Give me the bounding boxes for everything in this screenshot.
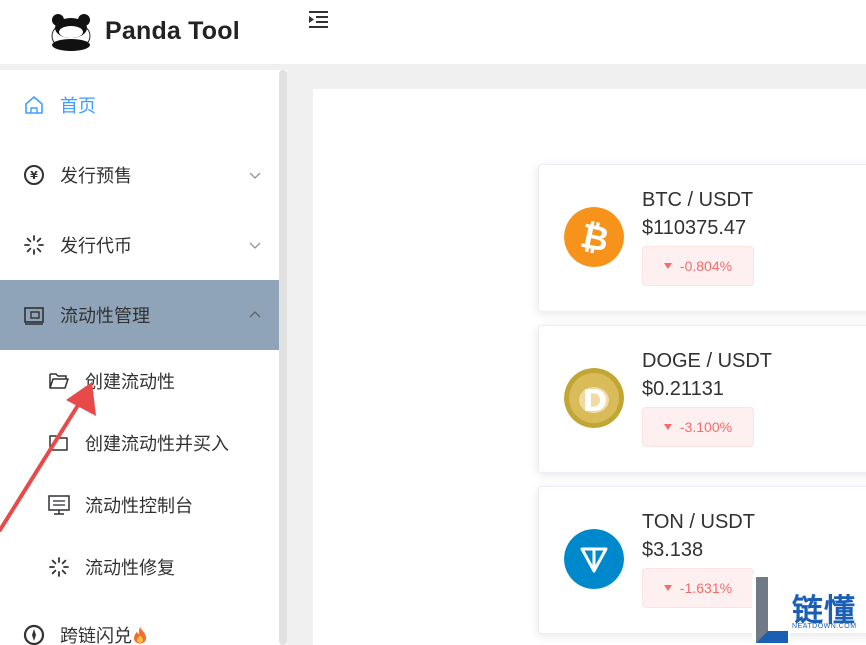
yen-coin-icon: ¥ — [22, 163, 46, 187]
wallet-icon — [22, 303, 46, 327]
caret-down-icon — [663, 263, 672, 269]
caret-down-icon — [663, 585, 672, 591]
panda-logo-icon — [51, 14, 91, 51]
ticker-price: $3.138 — [642, 539, 704, 561]
ticker-card-doge[interactable]: D DOGE / USDT $0.21131 -3.100% — [538, 325, 866, 473]
svg-text:¥: ¥ — [30, 169, 38, 182]
home-icon — [22, 93, 46, 117]
sidebar-menu: 首页 ¥ 发行预售 发行代币 流动性管理 创建流动性 创建流动性并买入 流动性控… — [0, 70, 287, 645]
ticker-pair: TON / USDT — [642, 511, 755, 533]
sidebar-item-label: 发行代币 — [60, 236, 132, 256]
watermark-logo: 链懂 NEATDOWN.COM — [752, 575, 866, 645]
chevron-down-icon — [249, 242, 261, 249]
sidebar-item-cross-chain-swap[interactable]: 跨链闪兑 — [0, 600, 279, 645]
ticker-price: $0.21131 — [642, 378, 724, 400]
watermark-l-icon — [752, 575, 790, 645]
menu-fold-icon[interactable] — [308, 9, 330, 29]
fire-icon — [134, 627, 146, 644]
dogecoin-icon: D — [564, 368, 624, 428]
sidebar-subitem-label: 创建流动性 — [85, 372, 175, 392]
price-change-badge: -3.100% — [642, 407, 754, 447]
toncoin-icon — [564, 529, 624, 589]
bitcoin-icon: ₿ — [564, 207, 624, 267]
sidebar-item-label: 跨链闪兑 — [60, 622, 147, 645]
price-change-value: -0.804% — [679, 258, 733, 274]
chevron-up-icon — [249, 311, 261, 318]
ticker-pair: BTC / USDT — [642, 189, 754, 211]
ticker-card-btc[interactable]: ₿ BTC / USDT $110375.47 -0.804% — [538, 164, 866, 312]
watermark-subtext: NEATDOWN.COM — [792, 623, 857, 630]
sidebar-subitem-label: 流动性修复 — [85, 558, 175, 578]
sidebar-item-label: 流动性管理 — [60, 306, 150, 326]
ticker-price: $110375.47 — [642, 217, 747, 239]
sidebar-scrollbar[interactable] — [279, 70, 287, 645]
price-change-value: -1.631% — [679, 580, 733, 596]
chevron-down-icon — [249, 172, 261, 179]
sidebar-subitem-label: 流动性控制台 — [85, 496, 193, 516]
sidebar-subitem-create-liquidity[interactable]: 创建流动性 — [0, 350, 279, 412]
sidebar-subitem-create-liquidity-buy[interactable]: 创建流动性并买入 — [0, 412, 279, 474]
sidebar-item-presale[interactable]: ¥ 发行预售 — [0, 140, 279, 210]
folder-open-icon — [47, 369, 71, 393]
sidebar-subitem-label: 创建流动性并买入 — [85, 434, 229, 454]
sidebar-subitem-liquidity-repair[interactable]: 流动性修复 — [0, 536, 279, 598]
price-change-badge: -1.631% — [642, 568, 754, 608]
svg-text:D: D — [583, 384, 608, 419]
folder-icon — [47, 431, 71, 455]
ticker-pair: DOGE / USDT — [642, 350, 773, 372]
sidebar-item-issue-token[interactable]: 发行代币 — [0, 210, 279, 280]
price-change-value: -3.100% — [679, 419, 733, 435]
price-change-badge: -0.804% — [642, 246, 754, 286]
brand-title: Panda Tool — [105, 17, 240, 45]
app-header: Panda Tool — [0, 0, 866, 64]
sidebar-item-label: 首页 — [60, 96, 96, 116]
sidebar-item-liquidity-management[interactable]: 流动性管理 — [0, 280, 287, 350]
monitor-icon — [47, 493, 71, 517]
compass-icon — [22, 623, 46, 645]
sidebar-item-home[interactable]: 首页 — [0, 70, 279, 140]
loading-spinner-icon — [47, 555, 71, 579]
loading-spinner-icon — [22, 233, 46, 257]
sidebar-item-label: 发行预售 — [60, 166, 132, 186]
sidebar-subitem-liquidity-console[interactable]: 流动性控制台 — [0, 474, 279, 536]
caret-down-icon — [663, 424, 672, 430]
